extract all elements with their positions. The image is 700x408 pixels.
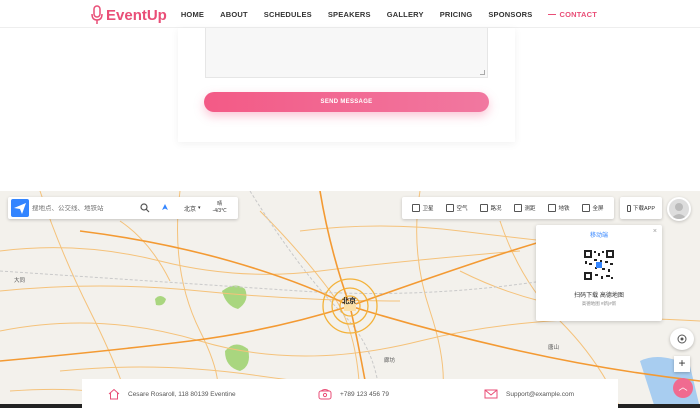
qr-text: 扫码下载 高德地图 (574, 293, 624, 299)
nav-home[interactable]: HOME (173, 10, 212, 19)
nav-schedules[interactable]: SCHEDULES (256, 10, 320, 19)
city-name: 北京 (184, 206, 197, 213)
chevron-down-icon: ▾ (198, 205, 201, 211)
user-icon (671, 203, 687, 219)
avatar[interactable] (667, 197, 691, 221)
nav-speakers[interactable]: SPEAKERS (320, 10, 379, 19)
locate-icon (677, 334, 687, 344)
nav-contact[interactable]: CONTACT (540, 10, 605, 19)
qr-download-panel: 移动端 × 扫码下载 高德地图 高德地图 #新|#新 (536, 225, 662, 321)
tool-fullscreen-label: 全屏 (592, 206, 604, 212)
weather-widget[interactable]: 晴 -4/3℃ (213, 201, 227, 215)
message-textarea[interactable] (205, 28, 488, 78)
home-icon (108, 388, 120, 400)
qr-subtext: 高德地图 #新|#新 (581, 301, 617, 306)
map-toolbar: 卫星 空气 路况 测距 地铁 全屏 (402, 197, 614, 219)
email-text[interactable]: Support@example.com (506, 391, 574, 398)
paper-plane-icon[interactable] (11, 199, 29, 217)
logo-text: EventUp (106, 6, 167, 24)
locate-button[interactable] (670, 328, 694, 350)
send-message-button[interactable]: SEND MESSAGE (204, 92, 489, 112)
footer-strip (0, 404, 82, 408)
contact-phone: +789 123 456 79 (318, 388, 389, 400)
ruler-icon (514, 204, 523, 212)
map-search-input[interactable] (32, 204, 136, 212)
map-search-bar: 北京 ▾ 晴 -4/3℃ (8, 197, 238, 219)
nav-about[interactable]: ABOUT (212, 10, 256, 19)
map-label-datong: 大同 (14, 278, 26, 284)
contact-address: Cesare Rosaroll, 118 80139 Eventine (108, 388, 236, 400)
tool-satellite-label: 卫星 (422, 206, 434, 212)
qr-title: 移动端 (589, 233, 608, 239)
tool-traffic[interactable]: 路况 (480, 204, 502, 212)
search-icon[interactable] (140, 203, 150, 213)
tool-satellite[interactable]: 卫星 (412, 204, 434, 212)
main-nav: HOME ABOUT SCHEDULES SPEAKERS GALLERY PR… (173, 0, 605, 28)
tool-ruler[interactable]: 测距 (514, 204, 536, 212)
map-embed[interactable]: 北京 廊坊 大同 唐山 北京 ▾ 晴 -4/3℃ 卫星 空气 路况 测距 地铁 (0, 191, 700, 408)
air-icon (446, 204, 455, 212)
phone-icon (626, 204, 631, 212)
contact-info-bar: Cesare Rosaroll, 118 80139 Eventine +789… (82, 379, 618, 408)
zoom-in-button[interactable]: + (674, 356, 690, 372)
nav-sponsors[interactable]: SPONSORS (480, 10, 540, 19)
nav-gallery[interactable]: GALLERY (379, 10, 432, 19)
logo[interactable]: EventUp (90, 4, 167, 26)
mail-icon (484, 389, 498, 399)
qr-code-image (583, 249, 615, 281)
fullscreen-icon (582, 204, 591, 212)
download-app-label: 下载APP (632, 206, 655, 212)
tool-subway-label: 地铁 (558, 206, 570, 212)
site-header: EventUp HOME ABOUT SCHEDULES SPEAKERS GA… (0, 0, 700, 28)
traffic-icon (480, 204, 489, 212)
map-label-langfang: 廊坊 (384, 358, 396, 364)
tool-ruler-label: 测距 (524, 206, 536, 212)
scroll-top-button[interactable]: ︿ (673, 378, 693, 398)
tool-subway[interactable]: 地铁 (548, 204, 570, 212)
subway-icon (548, 204, 557, 212)
contact-form-card: SEND MESSAGE (178, 28, 515, 142)
route-icon[interactable] (160, 203, 170, 213)
contact-email: Support@example.com (484, 388, 574, 400)
resize-handle[interactable] (480, 70, 485, 75)
nav-pricing[interactable]: PRICING (432, 10, 481, 19)
tool-fullscreen[interactable]: 全屏 (582, 204, 604, 212)
map-label-beijing: 北京 (342, 298, 356, 305)
park-area (155, 296, 166, 306)
microphone-icon (91, 5, 103, 24)
tool-traffic-label: 路况 (490, 206, 502, 212)
satellite-icon (412, 204, 421, 212)
park-area (222, 285, 247, 309)
phone-icon (318, 389, 332, 400)
map-label-tangshan: 唐山 (548, 345, 560, 351)
footer-strip (618, 404, 700, 408)
city-selector[interactable]: 北京 ▾ (184, 204, 201, 213)
weather-temp: -4/3℃ (212, 208, 227, 214)
chevron-up-icon: ︿ (678, 382, 688, 392)
tool-air-label: 空气 (456, 206, 468, 212)
address-text: Cesare Rosaroll, 118 80139 Eventine (128, 390, 236, 398)
phone-text[interactable]: +789 123 456 79 (340, 391, 389, 398)
download-app-button[interactable]: 下载APP (620, 197, 662, 219)
close-icon[interactable]: × (653, 228, 657, 235)
tool-air[interactable]: 空气 (446, 204, 468, 212)
weather-condition: 晴 (217, 201, 223, 207)
